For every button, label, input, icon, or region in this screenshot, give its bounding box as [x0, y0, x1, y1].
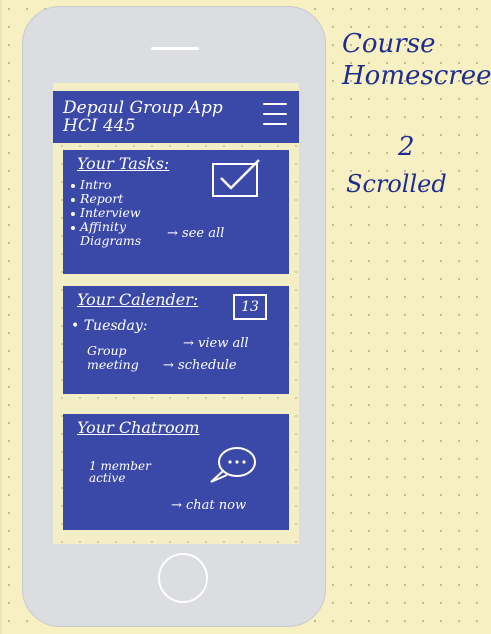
app-title: Depaul Group App HCI 445	[63, 99, 223, 135]
task-item[interactable]: Affinity	[71, 220, 141, 234]
checkbox-checked-icon	[212, 159, 260, 197]
home-button[interactable]	[158, 553, 208, 603]
chatroom-title: Your Chatroom	[77, 418, 200, 437]
see-all-link[interactable]: → see all	[167, 226, 224, 241]
task-item[interactable]: Interview	[71, 206, 141, 220]
hamburger-menu-icon[interactable]	[263, 103, 287, 125]
app-title-line2: HCI 445	[63, 116, 136, 136]
side-note-line2: Homescreen	[342, 61, 491, 91]
calendar-card[interactable]: Your Calender: 13 • Tuesday: Group meeti…	[63, 286, 289, 394]
calendar-date-badge: 13	[233, 294, 267, 320]
schedule-link[interactable]: → schedule	[163, 358, 237, 373]
task-item-continued[interactable]: Diagrams	[71, 234, 141, 248]
tasks-title: Your Tasks:	[77, 154, 170, 173]
app-title-line1: Depaul Group App	[63, 98, 223, 118]
task-item[interactable]: Report	[71, 192, 141, 206]
calendar-day: • Tuesday:	[71, 318, 148, 334]
task-list: Intro Report Interview Affinity Diagrams	[71, 178, 141, 248]
tasks-card[interactable]: Your Tasks: Intro Report Interview Affin…	[63, 150, 289, 274]
view-all-link[interactable]: → view all	[183, 336, 249, 351]
side-note-line3: Scrolled	[346, 170, 447, 198]
paper-margin-line	[0, 0, 2, 634]
app-header: Depaul Group App HCI 445	[53, 91, 299, 143]
chatroom-card[interactable]: Your Chatroom 1 member active → chat now	[63, 414, 289, 530]
task-item[interactable]: Intro	[71, 178, 141, 192]
member-active-text: 1 member active	[89, 459, 151, 485]
calendar-event: Group meeting	[87, 343, 139, 372]
side-note-number: 2	[398, 132, 415, 162]
chat-now-link[interactable]: → chat now	[171, 498, 246, 513]
side-note-line1: Course	[342, 29, 436, 59]
speaker-slot	[151, 47, 199, 50]
phone-screen: Depaul Group App HCI 445 Your Tasks: Intr…	[53, 83, 299, 544]
calendar-title: Your Calender:	[77, 290, 199, 309]
phone-frame: Depaul Group App HCI 445 Your Tasks: Intr…	[22, 6, 326, 627]
chat-bubble-icon	[210, 447, 256, 483]
side-note: Course Homescreen	[342, 28, 491, 92]
